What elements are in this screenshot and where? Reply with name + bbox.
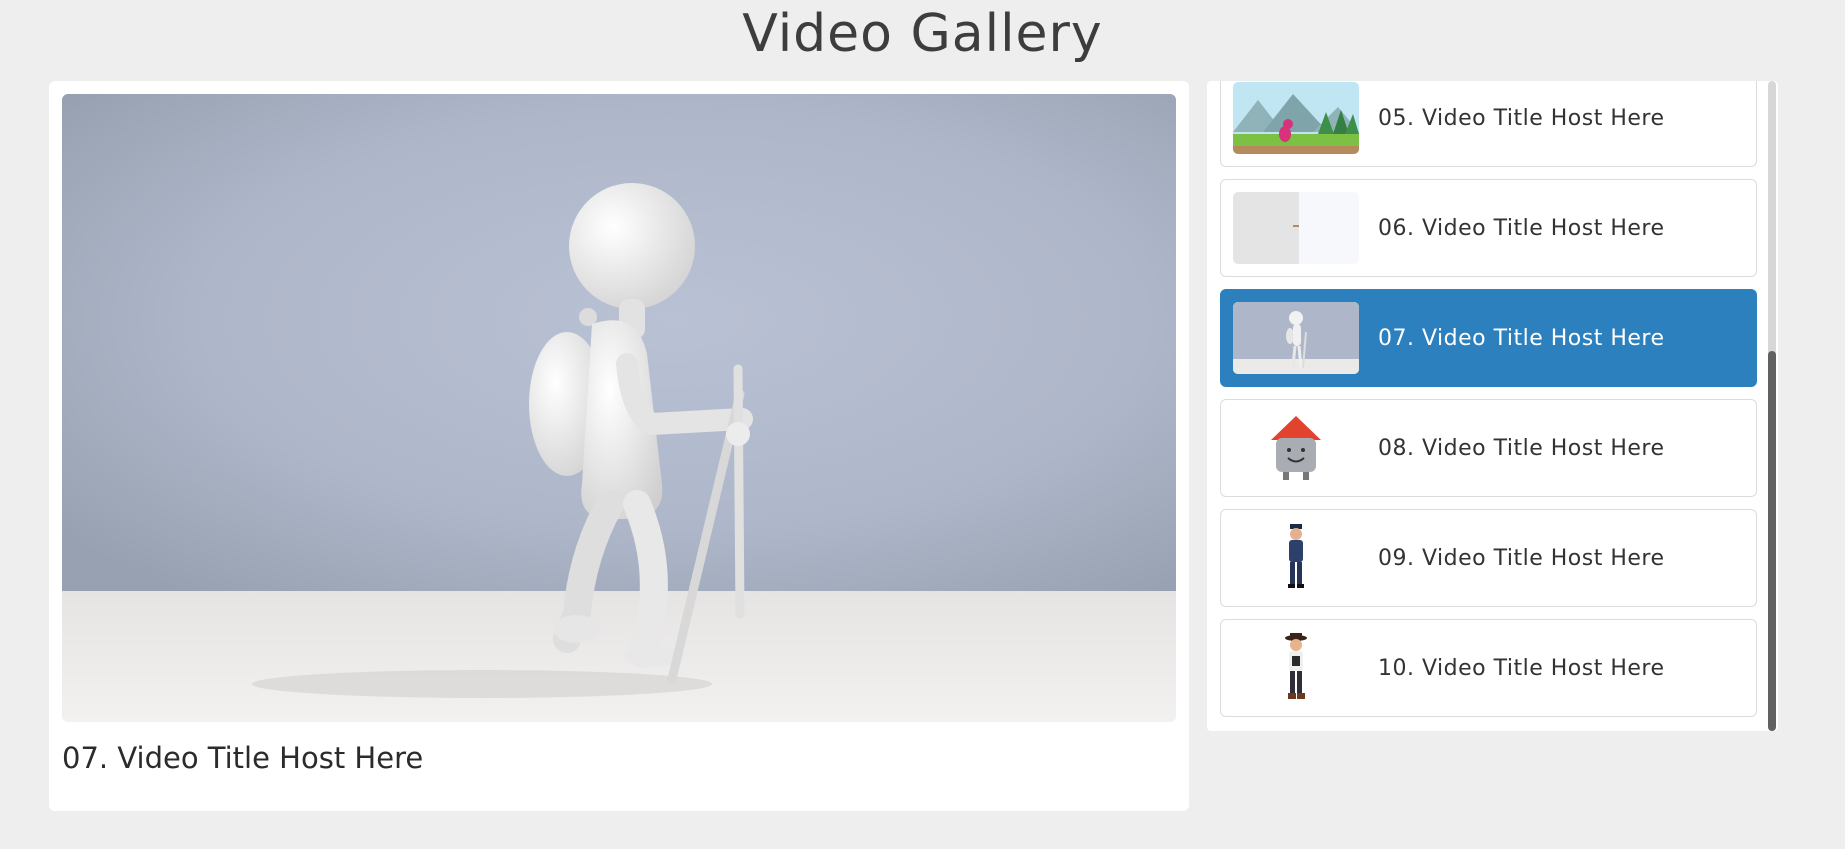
playlist-item-title: 08. Video Title Host Here	[1378, 436, 1665, 461]
playlist-item-title: 06. Video Title Host Here	[1378, 216, 1665, 241]
playlist-item[interactable]: 10. Video Title Host Here	[1220, 619, 1757, 717]
thumbnail-white-scene	[1233, 192, 1359, 264]
thumbnail-cartoon-forest	[1233, 82, 1359, 154]
now-playing-title: 07. Video Title Host Here	[62, 741, 424, 775]
video-player: 07. Video Title Host Here	[49, 81, 1189, 811]
playlist-item-title: 09. Video Title Host Here	[1378, 546, 1665, 571]
playlist-item-title: 07. Video Title Host Here	[1378, 326, 1665, 351]
playlist-item[interactable]: 09. Video Title Host Here	[1220, 509, 1757, 607]
video-poster-hiker	[62, 94, 1176, 722]
scrollbar-thumb[interactable]	[1768, 351, 1776, 731]
thumbnail-police-character	[1233, 522, 1359, 594]
playlist: 05. Video Title Host Here 06. Video Titl…	[1207, 81, 1778, 731]
page-title: Video Gallery	[742, 4, 1103, 64]
thumbnail-hiker	[1233, 302, 1359, 374]
video-frame[interactable]	[62, 94, 1176, 722]
playlist-scrollbar[interactable]	[1768, 81, 1776, 731]
thumbnail-cowboy-character	[1233, 632, 1359, 704]
playlist-item-title: 10. Video Title Host Here	[1378, 656, 1665, 681]
playlist-item-title: 05. Video Title Host Here	[1378, 106, 1665, 131]
playlist-item[interactable]: 06. Video Title Host Here	[1220, 179, 1757, 277]
thumbnail-house-character	[1233, 412, 1359, 484]
playlist-item[interactable]: 05. Video Title Host Here	[1220, 81, 1757, 167]
playlist-item-active[interactable]: 07. Video Title Host Here	[1220, 289, 1757, 387]
playlist-item[interactable]: 08. Video Title Host Here	[1220, 399, 1757, 497]
